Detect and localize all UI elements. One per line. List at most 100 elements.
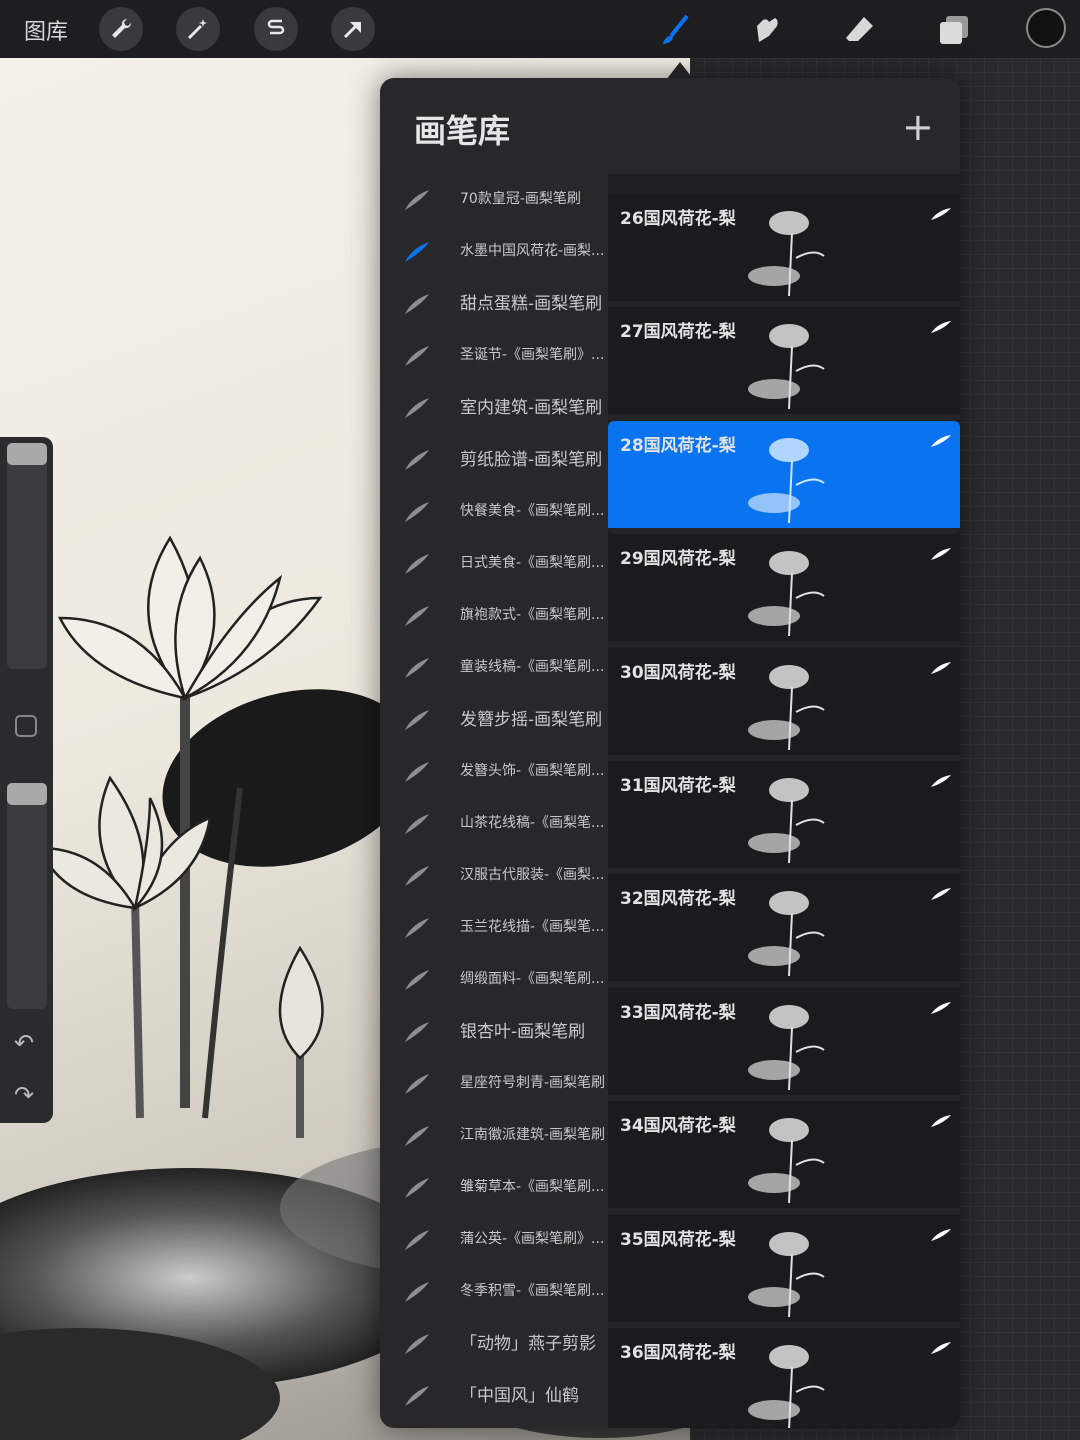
gallery-button[interactable]: 图库 [24, 14, 68, 46]
brush-set-label: 童装线稿-《画梨笔刷... [460, 659, 605, 675]
brush-stroke-icon [405, 814, 429, 834]
brush-stroke-icon [931, 1001, 951, 1014]
brush-stroke-icon [405, 1126, 429, 1146]
brush-stroke-preview [748, 437, 825, 523]
brush-set-item[interactable]: 圣诞节-《画梨笔刷》... [380, 330, 608, 382]
brush-stroke-icon [405, 606, 429, 626]
brush-stroke-icon [405, 1386, 429, 1406]
eraser-icon[interactable] [838, 8, 882, 52]
brush-stroke-icon [931, 1228, 951, 1241]
brush-item[interactable]: 29国风荷花-梨 [608, 534, 960, 648]
brush-set-item[interactable]: 水墨中国风荷花-画梨... [380, 226, 608, 278]
brush-set-label: 水墨中国风荷花-画梨... [460, 243, 605, 259]
square-modifier-icon[interactable] [15, 715, 37, 737]
brush-stroke-icon [405, 866, 429, 886]
redo-icon[interactable]: ↷ [14, 1081, 34, 1109]
brush-stroke-icon [405, 242, 429, 262]
layers-icon[interactable] [932, 8, 976, 52]
brush-set-item[interactable]: 玉兰花线描-《画梨笔... [380, 902, 608, 954]
brush-set-item[interactable]: 蒲公英-《画梨笔刷》... [380, 1214, 608, 1266]
brush-set-item[interactable]: 童装线稿-《画梨笔刷... [380, 642, 608, 694]
brush-stroke-preview [748, 211, 825, 297]
brush-size-slider[interactable] [7, 443, 47, 669]
brush-stroke-icon [931, 888, 951, 901]
brush-stroke-icon [405, 554, 429, 574]
wrench-icon[interactable] [99, 7, 143, 51]
brush-item[interactable]: 34国风荷花-梨 [608, 1101, 960, 1215]
brush-set-label: 发簪头饰-《画梨笔刷... [460, 763, 605, 779]
brush-set-item[interactable]: 山茶花线稿-《画梨笔... [380, 798, 608, 850]
brush-set-item[interactable]: 旗袍款式-《画梨笔刷... [380, 590, 608, 642]
brush-set-label: 70款皇冠-画梨笔刷 [460, 191, 581, 207]
brush-stroke-preview [748, 891, 825, 977]
brush-set-item[interactable]: 江南徽派建筑-画梨笔刷 [380, 1110, 608, 1162]
brush-stroke-icon [931, 661, 951, 674]
brush-sets-list: 70款皇冠-画梨笔刷水墨中国风荷花-画梨... 甜点蛋糕-画梨笔刷 圣诞节-《画梨笔… [380, 174, 608, 1428]
brush-name: 31国风荷花-梨 [620, 776, 736, 796]
brush-set-item[interactable]: 冬季积雪-《画梨笔刷... [380, 1266, 608, 1318]
brush-stroke-preview [748, 1231, 825, 1317]
brush-item[interactable]: 28国风荷花-梨 [608, 420, 960, 534]
brush-item[interactable]: 26国风荷花-梨 [608, 194, 960, 307]
brush-stroke-icon [931, 1115, 951, 1128]
brush-set-item[interactable]: 「动物」燕子剪影 [380, 1318, 608, 1370]
brush-set-item[interactable]: 汉服古代服装-《画梨... [380, 850, 608, 902]
brush-set-item[interactable]: 发簪步摇-画梨笔刷 [380, 694, 608, 746]
brush-item[interactable]: 33国风荷花-梨 [608, 987, 960, 1101]
brush-item[interactable]: 27国风荷花-梨 [608, 307, 960, 421]
brush-set-label: 「中国风」仙鹤 [460, 1386, 579, 1406]
brush-set-item[interactable]: 「中国风」仙鹤 [380, 1370, 608, 1422]
brush-set-item[interactable]: 银杏叶-画梨笔刷 [380, 1006, 608, 1058]
smudge-icon[interactable] [745, 8, 789, 52]
add-brush-set-button[interactable]: + [902, 108, 934, 146]
brush-item[interactable]: 31国风荷花-梨 [608, 761, 960, 874]
color-picker-button[interactable] [1026, 8, 1066, 48]
opacity-slider-thumb[interactable] [7, 783, 47, 805]
brush-set-item[interactable]: 剪纸脸谱-画梨笔刷 [380, 434, 608, 486]
brush-stroke-preview [748, 1004, 825, 1090]
brush-stroke-preview [748, 1118, 825, 1204]
brush-icon[interactable] [653, 8, 697, 52]
brush-set-label: 山茶花线稿-《画梨笔... [460, 815, 605, 831]
brush-stroke-preview [748, 1345, 825, 1428]
brush-set-label: 银杏叶-画梨笔刷 [460, 1022, 586, 1042]
arrow-transform-icon[interactable] [331, 7, 375, 51]
brush-set-item[interactable]: 甜点蛋糕-画梨笔刷 [380, 278, 608, 330]
brush-set-item[interactable]: 绸缎面料-《画梨笔刷... [380, 954, 608, 1006]
brush-set-label: 雏菊草本-《画梨笔刷... [460, 1179, 605, 1195]
brush-name: 32国风荷花-梨 [620, 889, 736, 910]
brush-stroke-icon [405, 970, 429, 990]
brush-set-item[interactable]: 雏菊草本-《画梨笔刷... [380, 1162, 608, 1214]
brush-stroke-icon [405, 1022, 429, 1042]
selection-s-icon[interactable] [254, 7, 298, 51]
brushes-list: 26国风荷花-梨 27国风荷花-梨 28国风荷花-梨 29国风荷花-梨 30国风荷花-梨… [608, 174, 960, 1428]
magic-wand-icon[interactable] [176, 7, 220, 51]
brush-name: 29国风荷花-梨 [620, 549, 736, 570]
brush-set-label: 汉服古代服装-《画梨... [460, 867, 605, 883]
brush-stroke-preview [748, 778, 825, 864]
brush-stroke-icon [931, 434, 951, 447]
brush-stroke-icon [405, 710, 429, 730]
brush-set-item[interactable]: 发簪头饰-《画梨笔刷... [380, 746, 608, 798]
brush-set-item[interactable]: 快餐美食-《画梨笔刷... [380, 486, 608, 538]
brush-set-label: 蒲公英-《画梨笔刷》... [460, 1231, 605, 1247]
brush-item[interactable]: 30国风荷花-梨 [608, 647, 960, 761]
brush-stroke-icon [405, 346, 429, 366]
undo-icon[interactable]: ↶ [14, 1029, 34, 1057]
brush-set-item[interactable]: 日式美食-《画梨笔刷... [380, 538, 608, 590]
brush-item[interactable]: 32国风荷花-梨 [608, 874, 960, 988]
brush-stroke-preview [748, 324, 825, 410]
size-slider-thumb[interactable] [7, 443, 47, 465]
brush-set-item[interactable]: 室内建筑-画梨笔刷 [380, 382, 608, 434]
brush-set-item[interactable]: 星座符号刺青-画梨笔刷 [380, 1058, 608, 1110]
brush-set-label: 剪纸脸谱-画梨笔刷 [460, 450, 603, 470]
opacity-slider[interactable] [7, 783, 47, 1009]
brush-stroke-icon [405, 1282, 429, 1302]
brush-stroke-icon [405, 1334, 429, 1354]
brush-stroke-icon [405, 190, 429, 210]
brush-item[interactable]: 35国风荷花-梨 [608, 1214, 960, 1328]
brush-item[interactable]: 36国风荷花-梨 [608, 1328, 960, 1428]
brush-set-item[interactable]: 70款皇冠-画梨笔刷 [380, 174, 608, 226]
brush-set-label: 星座符号刺青-画梨笔刷 [460, 1075, 606, 1091]
brush-name: 27国风荷花-梨 [620, 322, 736, 343]
